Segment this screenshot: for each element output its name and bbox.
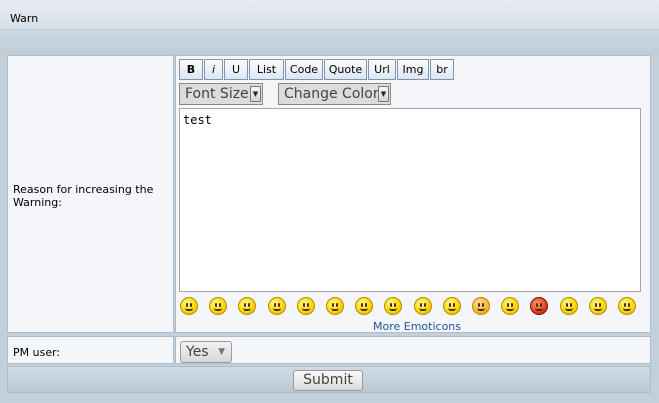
sunglasses-icon[interactable] bbox=[618, 297, 636, 315]
cool-icon[interactable] bbox=[443, 297, 461, 315]
chevron-down-icon: ▼ bbox=[250, 86, 261, 102]
img-button[interactable]: Img bbox=[397, 59, 429, 80]
pm-label-cell: PM user: bbox=[7, 336, 174, 364]
eyes-roll-icon[interactable] bbox=[501, 297, 519, 315]
confused-icon[interactable] bbox=[384, 297, 402, 315]
br-button[interactable]: br bbox=[430, 59, 454, 80]
emoticon-bar bbox=[180, 297, 640, 317]
grin-icon[interactable] bbox=[238, 297, 256, 315]
wink-icon[interactable] bbox=[209, 297, 227, 315]
url-button[interactable]: Url bbox=[368, 59, 396, 80]
angry-icon[interactable] bbox=[530, 297, 548, 315]
laugh-icon[interactable] bbox=[589, 297, 607, 315]
window-title-bar: Warn bbox=[0, 0, 659, 30]
pm-user-select[interactable]: Yes ▼ bbox=[180, 341, 232, 363]
neutral-icon[interactable] bbox=[297, 297, 315, 315]
reason-textarea[interactable] bbox=[179, 108, 641, 292]
submit-row: Submit bbox=[7, 366, 651, 393]
reason-label-cell: Reason for increasing the Warning: bbox=[7, 55, 174, 333]
chevron-down-icon: ▼ bbox=[218, 347, 225, 357]
quote-button[interactable]: Quote bbox=[324, 59, 367, 80]
header-band bbox=[0, 30, 659, 55]
reason-label: Reason for increasing the Warning: bbox=[13, 183, 154, 209]
more-emoticons-link[interactable]: More Emoticons bbox=[373, 320, 461, 333]
font-size-label: Font Size bbox=[185, 86, 249, 102]
editor-cell: B i U List Code Quote Url Img br Font Si… bbox=[175, 55, 651, 333]
angel-icon[interactable] bbox=[472, 297, 490, 315]
smile-icon[interactable] bbox=[180, 297, 198, 315]
change-color-label: Change Color bbox=[284, 86, 379, 102]
submit-button[interactable]: Submit bbox=[293, 370, 363, 391]
tongue-icon[interactable] bbox=[268, 297, 286, 315]
list-button[interactable]: List bbox=[249, 59, 284, 80]
chevron-down-icon: ▼ bbox=[378, 86, 389, 102]
window-title: Warn bbox=[10, 12, 39, 25]
pm-user-value: Yes bbox=[186, 344, 209, 360]
surprised-icon[interactable] bbox=[414, 297, 432, 315]
happy-icon[interactable] bbox=[355, 297, 373, 315]
bold-button[interactable]: B bbox=[179, 59, 203, 80]
change-color-select[interactable]: Change Color ▼ bbox=[278, 83, 391, 105]
shock-icon[interactable] bbox=[560, 297, 578, 315]
underline-button[interactable]: U bbox=[224, 59, 248, 80]
font-size-select[interactable]: Font Size ▼ bbox=[179, 83, 263, 105]
pm-user-label: PM user: bbox=[13, 346, 61, 359]
italic-button[interactable]: i bbox=[204, 59, 223, 80]
code-button[interactable]: Code bbox=[285, 59, 323, 80]
pm-cell: Yes ▼ bbox=[175, 336, 651, 364]
sad-icon[interactable] bbox=[326, 297, 344, 315]
